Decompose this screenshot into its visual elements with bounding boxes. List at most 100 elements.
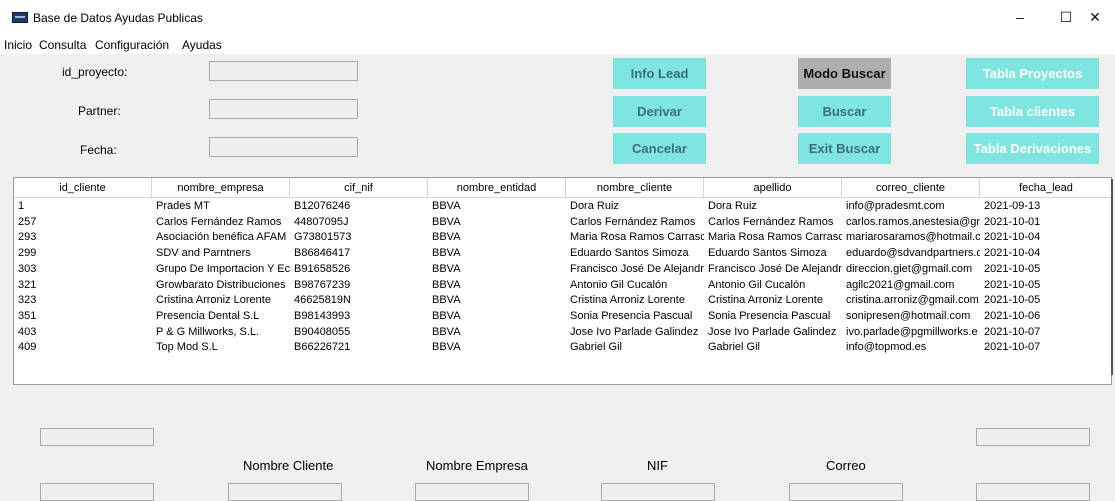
table-cell-nombre-entidad: BBVA [432,247,461,260]
table-cell-correo-cliente: sonipresen@hotmail.com [846,309,971,322]
table-cell-id-cliente: 323 [18,294,37,307]
nombre-empresa-input[interactable] [415,483,529,501]
table-cell-correo-cliente: mariarosaramos@hotmail.c [846,231,980,244]
table-cell-nombre-empresa: Carlos Fernández Ramos [156,215,282,228]
table-cell-correo-cliente: info@pradesmt.com [846,200,945,212]
table-cell-fecha-lead: 2021-10-04 [984,247,1041,260]
table-row[interactable]: 321 Growbarato Distribuciones B98767239 BBV… [14,278,1111,293]
buscar-button[interactable]: Buscar [798,96,891,127]
nombre-empresa-label: Nombre Empresa [426,458,528,473]
table-cell-fecha-lead: 2021-09-13 [984,200,1041,212]
modo-buscar-button[interactable]: Modo Buscar [798,58,891,89]
table-cell-nombre-empresa: Growbarato Distribuciones [156,278,286,291]
column-header-correo-cliente[interactable]: correo_cliente [842,178,980,198]
derivar-button[interactable]: Derivar [613,96,706,127]
table-cell-cif-nif: B90408055 [294,325,351,338]
fecha-input[interactable] [209,137,358,157]
correo-label: Correo [826,458,866,473]
table-cell-fecha-lead: 2021-10-07 [984,341,1041,354]
correo-input[interactable] [789,483,903,501]
table-header: id_cliente nombre_empresa cif_nif nombre_en… [14,178,1111,198]
table-cell-nombre-cliente: Maria Rosa Ramos Carrasco [570,231,704,244]
table-cell-cif-nif: 46625819N [294,294,351,307]
table-cell-nombre-cliente: Antonio Gil Cucalón [570,278,668,291]
table-cell-nombre-empresa: Presencia Dental S.L [156,309,260,322]
table-cell-id-cliente: 321 [18,278,37,291]
tabla-derivaciones-button[interactable]: Tabla Derivaciones [966,133,1099,164]
table-cell-fecha-lead: 2021-10-05 [984,262,1041,275]
table-cell-id-cliente: 299 [18,247,37,260]
title-bar: Base de Datos Ayudas Publicas – ☐ ✕ [0,0,1115,34]
bottom-field-6[interactable] [976,483,1090,501]
column-header-nombre-entidad[interactable]: nombre_entidad [428,178,566,198]
window-title: Base de Datos Ayudas Publicas [33,11,203,25]
table-cell-id-cliente: 351 [18,309,37,322]
table-cell-correo-cliente: eduardo@sdvandpartners.c [846,247,980,260]
table-cell-nombre-entidad: BBVA [432,309,461,322]
table-cell-cif-nif: B98143993 [294,309,351,322]
table-row[interactable]: 323 Cristina Arroniz Lorente 46625819N BBVA… [14,293,1111,308]
table-row[interactable]: 257 Carlos Fernández Ramos 44807095J BBVA Ca… [14,215,1111,230]
table-cell-apellido: Antonio Gil Cucalón [708,278,806,291]
clientes-table[interactable]: id_cliente nombre_empresa cif_nif nombre_en… [13,177,1112,385]
table-row[interactable]: 1 Prades MT B12076246 BBVA Dora Ruiz Dora Rui… [14,199,1111,214]
menu-configuracion[interactable]: Configuración [95,38,169,52]
column-header-nombre-empresa[interactable]: nombre_empresa [152,178,290,198]
column-header-cif-nif[interactable]: cif_nif [290,178,428,198]
table-cell-apellido: Dora Ruiz [708,200,757,212]
table-cell-correo-cliente: info@topmod.es [846,341,927,354]
table-cell-nombre-cliente: Eduardo Santos Simoza [570,247,689,260]
table-cell-apellido: Gabriel Gil [708,341,760,354]
table-cell-nombre-empresa: Top Mod S.L [156,341,218,354]
id-proyecto-label: id_proyecto: [62,65,128,79]
table-row[interactable]: 299 SDV and Parntners B86846417 BBVA Eduardo… [14,246,1111,261]
menu-ayudas[interactable]: Ayudas [182,38,222,52]
nombre-cliente-input[interactable] [228,483,342,501]
partner-input[interactable] [209,99,358,119]
minimize-button[interactable]: – [997,0,1043,34]
bottom-left-field[interactable] [40,428,154,446]
table-cell-nombre-cliente: Dora Ruiz [570,200,619,212]
table-cell-nombre-cliente: Gabriel Gil [570,341,622,354]
tabla-clientes-button[interactable]: Tabla clientes [966,96,1099,127]
table-cell-fecha-lead: 2021-10-05 [984,278,1041,291]
cancelar-button[interactable]: Cancelar [613,133,706,164]
table-scrollbar[interactable] [1100,179,1113,379]
table-cell-apellido: Cristina Arroniz Lorente [708,294,823,307]
table-cell-cif-nif: B91658526 [294,262,351,275]
exit-buscar-button[interactable]: Exit Buscar [798,133,891,164]
close-button[interactable]: ✕ [1075,0,1115,34]
table-cell-cif-nif: B66226721 [294,341,351,354]
column-header-fecha-lead[interactable]: fecha_lead [980,178,1111,198]
menu-inicio[interactable]: Inicio [4,38,32,52]
table-cell-nombre-empresa: P & G Millworks, S.L. [156,325,260,338]
menu-bar: Inicio Consulta Configuración Ayudas [0,34,1115,54]
table-cell-correo-cliente: agilc2021@gmail.com [846,278,955,291]
column-header-id-cliente[interactable]: id_cliente [14,178,152,198]
table-cell-id-cliente: 409 [18,341,37,354]
table-cell-fecha-lead: 2021-10-05 [984,294,1041,307]
column-header-apellido[interactable]: apellido [704,178,842,198]
info-lead-button[interactable]: Info Lead [613,58,706,89]
table-cell-apellido: Jose Ivo Parlade Galindez [708,325,837,338]
table-cell-cif-nif: B12076246 [294,200,351,212]
column-header-nombre-cliente[interactable]: nombre_cliente [566,178,704,198]
table-row[interactable]: 403 P & G Millworks, S.L. B90408055 BBVA Jos… [14,325,1111,340]
table-row[interactable]: 409 Top Mod S.L B66226721 BBVA Gabriel Gil Ga… [14,340,1111,355]
bottom-field-1[interactable] [40,483,154,501]
tabla-proyectos-button[interactable]: Tabla Proyectos [966,58,1099,89]
bottom-right-field[interactable] [976,428,1090,446]
id-proyecto-input[interactable] [209,61,358,81]
table-cell-id-cliente: 303 [18,262,37,275]
table-cell-fecha-lead: 2021-10-04 [984,231,1041,244]
table-cell-fecha-lead: 2021-10-07 [984,325,1041,338]
table-row[interactable]: 293 Asociación benéfica AFAM G73801573 BBVA… [14,230,1111,245]
table-cell-correo-cliente: cristina.arroniz@gmail.com [846,294,979,307]
table-cell-nombre-empresa: Cristina Arroniz Lorente [156,294,271,307]
table-row[interactable]: 351 Presencia Dental S.L B98143993 BBVA Soni… [14,309,1111,324]
table-row[interactable]: 303 Grupo De Importacion Y Ec B91658526 BBV… [14,262,1111,277]
nif-input[interactable] [601,483,715,501]
scrollbar-thumb[interactable] [1111,179,1113,375]
menu-consulta[interactable]: Consulta [39,38,86,52]
table-cell-fecha-lead: 2021-10-06 [984,309,1041,322]
